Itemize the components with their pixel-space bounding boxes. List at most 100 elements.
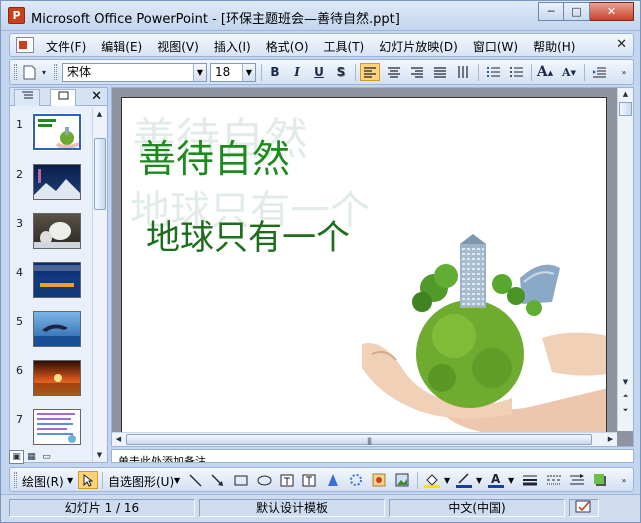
toolbar-options-icon[interactable]: » xyxy=(617,471,631,489)
scrollbar-thumb[interactable]: ||| xyxy=(126,434,592,445)
chevron-down-icon[interactable]: ▼ xyxy=(174,476,180,485)
vertical-textbox-icon[interactable] xyxy=(300,471,318,489)
maximize-button[interactable]: □ xyxy=(564,2,590,21)
underline-button[interactable]: U xyxy=(310,63,328,81)
slide-thumbnail-1[interactable]: 1 xyxy=(10,113,92,154)
slide-thumbnail-3[interactable]: 3 xyxy=(10,213,92,253)
toolbar-grip[interactable] xyxy=(14,64,17,80)
dash-style-icon[interactable] xyxy=(544,471,564,489)
scroll-down-icon[interactable]: ▼ xyxy=(619,376,632,389)
close-panel-icon[interactable]: ✕ xyxy=(91,89,102,104)
slide-sorter-view-icon[interactable]: ▦ xyxy=(24,450,39,464)
line-tool-icon[interactable] xyxy=(186,471,204,489)
scroll-left-icon[interactable]: ◀ xyxy=(112,433,125,446)
align-left-icon[interactable] xyxy=(360,63,380,81)
slide-title[interactable]: 善待自然 xyxy=(138,128,290,183)
earth-in-hands-image[interactable] xyxy=(342,228,607,433)
new-document-icon[interactable] xyxy=(20,63,38,81)
scroll-up-icon[interactable]: ▲ xyxy=(619,88,632,101)
align-right-icon[interactable] xyxy=(407,63,427,81)
toolbar-options-icon[interactable]: » xyxy=(617,63,631,81)
chevron-down-icon[interactable]: ▼ xyxy=(444,476,450,485)
slide-thumbnail-image[interactable] xyxy=(33,262,81,298)
bold-button[interactable]: B xyxy=(266,63,284,81)
menu-slideshow[interactable]: 幻灯片放映(D) xyxy=(379,38,458,55)
bullets-icon[interactable] xyxy=(506,63,526,81)
line-color-icon[interactable] xyxy=(454,471,474,489)
chevron-down-icon[interactable]: ▼ xyxy=(193,64,206,81)
distribute-icon[interactable] xyxy=(430,63,450,81)
menu-file[interactable]: 文件(F) xyxy=(46,38,86,55)
normal-view-icon[interactable]: ▣ xyxy=(9,450,24,464)
document-icon[interactable] xyxy=(16,37,34,53)
menu-format[interactable]: 格式(O) xyxy=(266,38,309,55)
design-template-status[interactable]: 默认设计模板 xyxy=(199,499,385,517)
next-slide-icon[interactable]: ⏷ xyxy=(619,404,632,417)
font-name-select[interactable]: 宋体 ▼ xyxy=(62,63,207,82)
menu-window[interactable]: 窗口(W) xyxy=(473,38,518,55)
numbering-icon[interactable] xyxy=(483,63,503,81)
rectangle-tool-icon[interactable] xyxy=(232,471,250,489)
menu-tools[interactable]: 工具(T) xyxy=(324,38,365,55)
minimize-button[interactable]: ─ xyxy=(538,2,564,21)
close-button[interactable]: ✕ xyxy=(590,2,634,21)
scroll-down-icon[interactable]: ▼ xyxy=(93,449,106,462)
font-size-select[interactable]: 18 ▼ xyxy=(210,63,256,82)
tab-slides[interactable] xyxy=(50,89,76,106)
draw-menu-button[interactable]: 绘图(R) xyxy=(22,473,64,490)
chevron-down-icon[interactable]: ▼ xyxy=(67,476,73,485)
scrollbar-thumb[interactable] xyxy=(94,138,106,210)
slide-thumbnail-image[interactable] xyxy=(33,213,81,249)
menu-edit[interactable]: 编辑(E) xyxy=(101,38,142,55)
arrow-tool-icon[interactable] xyxy=(208,471,226,489)
tab-outline[interactable] xyxy=(14,89,40,106)
slide-thumbnail-7[interactable]: 7 xyxy=(10,409,92,449)
slideshow-view-icon[interactable]: ▭ xyxy=(39,450,54,464)
shadow-style-icon[interactable] xyxy=(590,471,610,489)
diagram-icon[interactable] xyxy=(347,471,365,489)
vertical-text-icon[interactable] xyxy=(453,63,473,81)
menu-view[interactable]: 视图(V) xyxy=(157,38,199,55)
grow-font-button[interactable]: A ▲ xyxy=(535,63,555,81)
fill-color-icon[interactable] xyxy=(422,471,442,489)
chevron-down-icon[interactable]: ▼ xyxy=(476,476,482,485)
slide-thumbnail-4[interactable]: 4 xyxy=(10,262,92,302)
scroll-up-icon[interactable]: ▲ xyxy=(93,108,106,121)
oval-tool-icon[interactable] xyxy=(255,471,273,489)
slide-thumbnail-image[interactable] xyxy=(33,311,81,347)
menu-insert[interactable]: 插入(I) xyxy=(214,38,251,55)
arrow-style-icon[interactable] xyxy=(567,471,587,489)
slide-canvas[interactable]: 善待自然 地球只有一个 善待自然 地球只有一个 xyxy=(121,97,607,433)
insert-picture-icon[interactable] xyxy=(393,471,411,489)
slide-thumbnail-image[interactable] xyxy=(32,113,82,151)
previous-slide-icon[interactable]: ⏶ xyxy=(619,390,632,403)
toolbar-grip[interactable] xyxy=(14,472,17,488)
slide-thumbnail-2[interactable]: 2 xyxy=(10,164,92,204)
autoshapes-menu-button[interactable]: 自选图形(U) xyxy=(108,473,174,490)
scrollbar-thumb[interactable] xyxy=(619,102,632,116)
select-pointer-icon[interactable] xyxy=(78,471,98,489)
chevron-down-icon[interactable]: ▼ xyxy=(508,476,514,485)
chevron-down-icon[interactable]: ▼ xyxy=(242,64,255,81)
textbox-tool-icon[interactable] xyxy=(278,471,296,489)
italic-button[interactable]: I xyxy=(288,63,306,81)
slide-thumbnail-5[interactable]: 5 xyxy=(10,311,92,351)
notes-pane[interactable]: 单击此处添加备注 xyxy=(111,449,634,463)
line-style-icon[interactable] xyxy=(520,471,540,489)
slide-thumbnail-image[interactable] xyxy=(33,360,81,396)
spelling-check-icon[interactable] xyxy=(569,499,599,517)
vertical-scrollbar[interactable]: ▲ ▼ ⏶ ⏷ xyxy=(617,88,633,431)
scroll-right-icon[interactable]: ▶ xyxy=(604,433,617,446)
horizontal-scrollbar[interactable]: ◀ ||| ▶ xyxy=(112,432,617,446)
close-document-icon[interactable]: ✕ xyxy=(616,37,627,52)
slide-thumbnail-image[interactable] xyxy=(33,409,81,445)
wordart-icon[interactable] xyxy=(324,471,342,489)
slide-thumbnail-6[interactable]: 6 xyxy=(10,360,92,400)
align-center-icon[interactable] xyxy=(384,63,404,81)
slide-thumbnail-image[interactable] xyxy=(33,164,81,200)
shrink-font-button[interactable]: A ▼ xyxy=(559,63,579,81)
powerpoint-app-icon[interactable]: P xyxy=(8,7,25,24)
thumbnail-scrollbar[interactable]: ▲ ▼ xyxy=(92,108,106,462)
toolbar-grip-2[interactable] xyxy=(54,64,57,80)
clipart-icon[interactable] xyxy=(370,471,388,489)
